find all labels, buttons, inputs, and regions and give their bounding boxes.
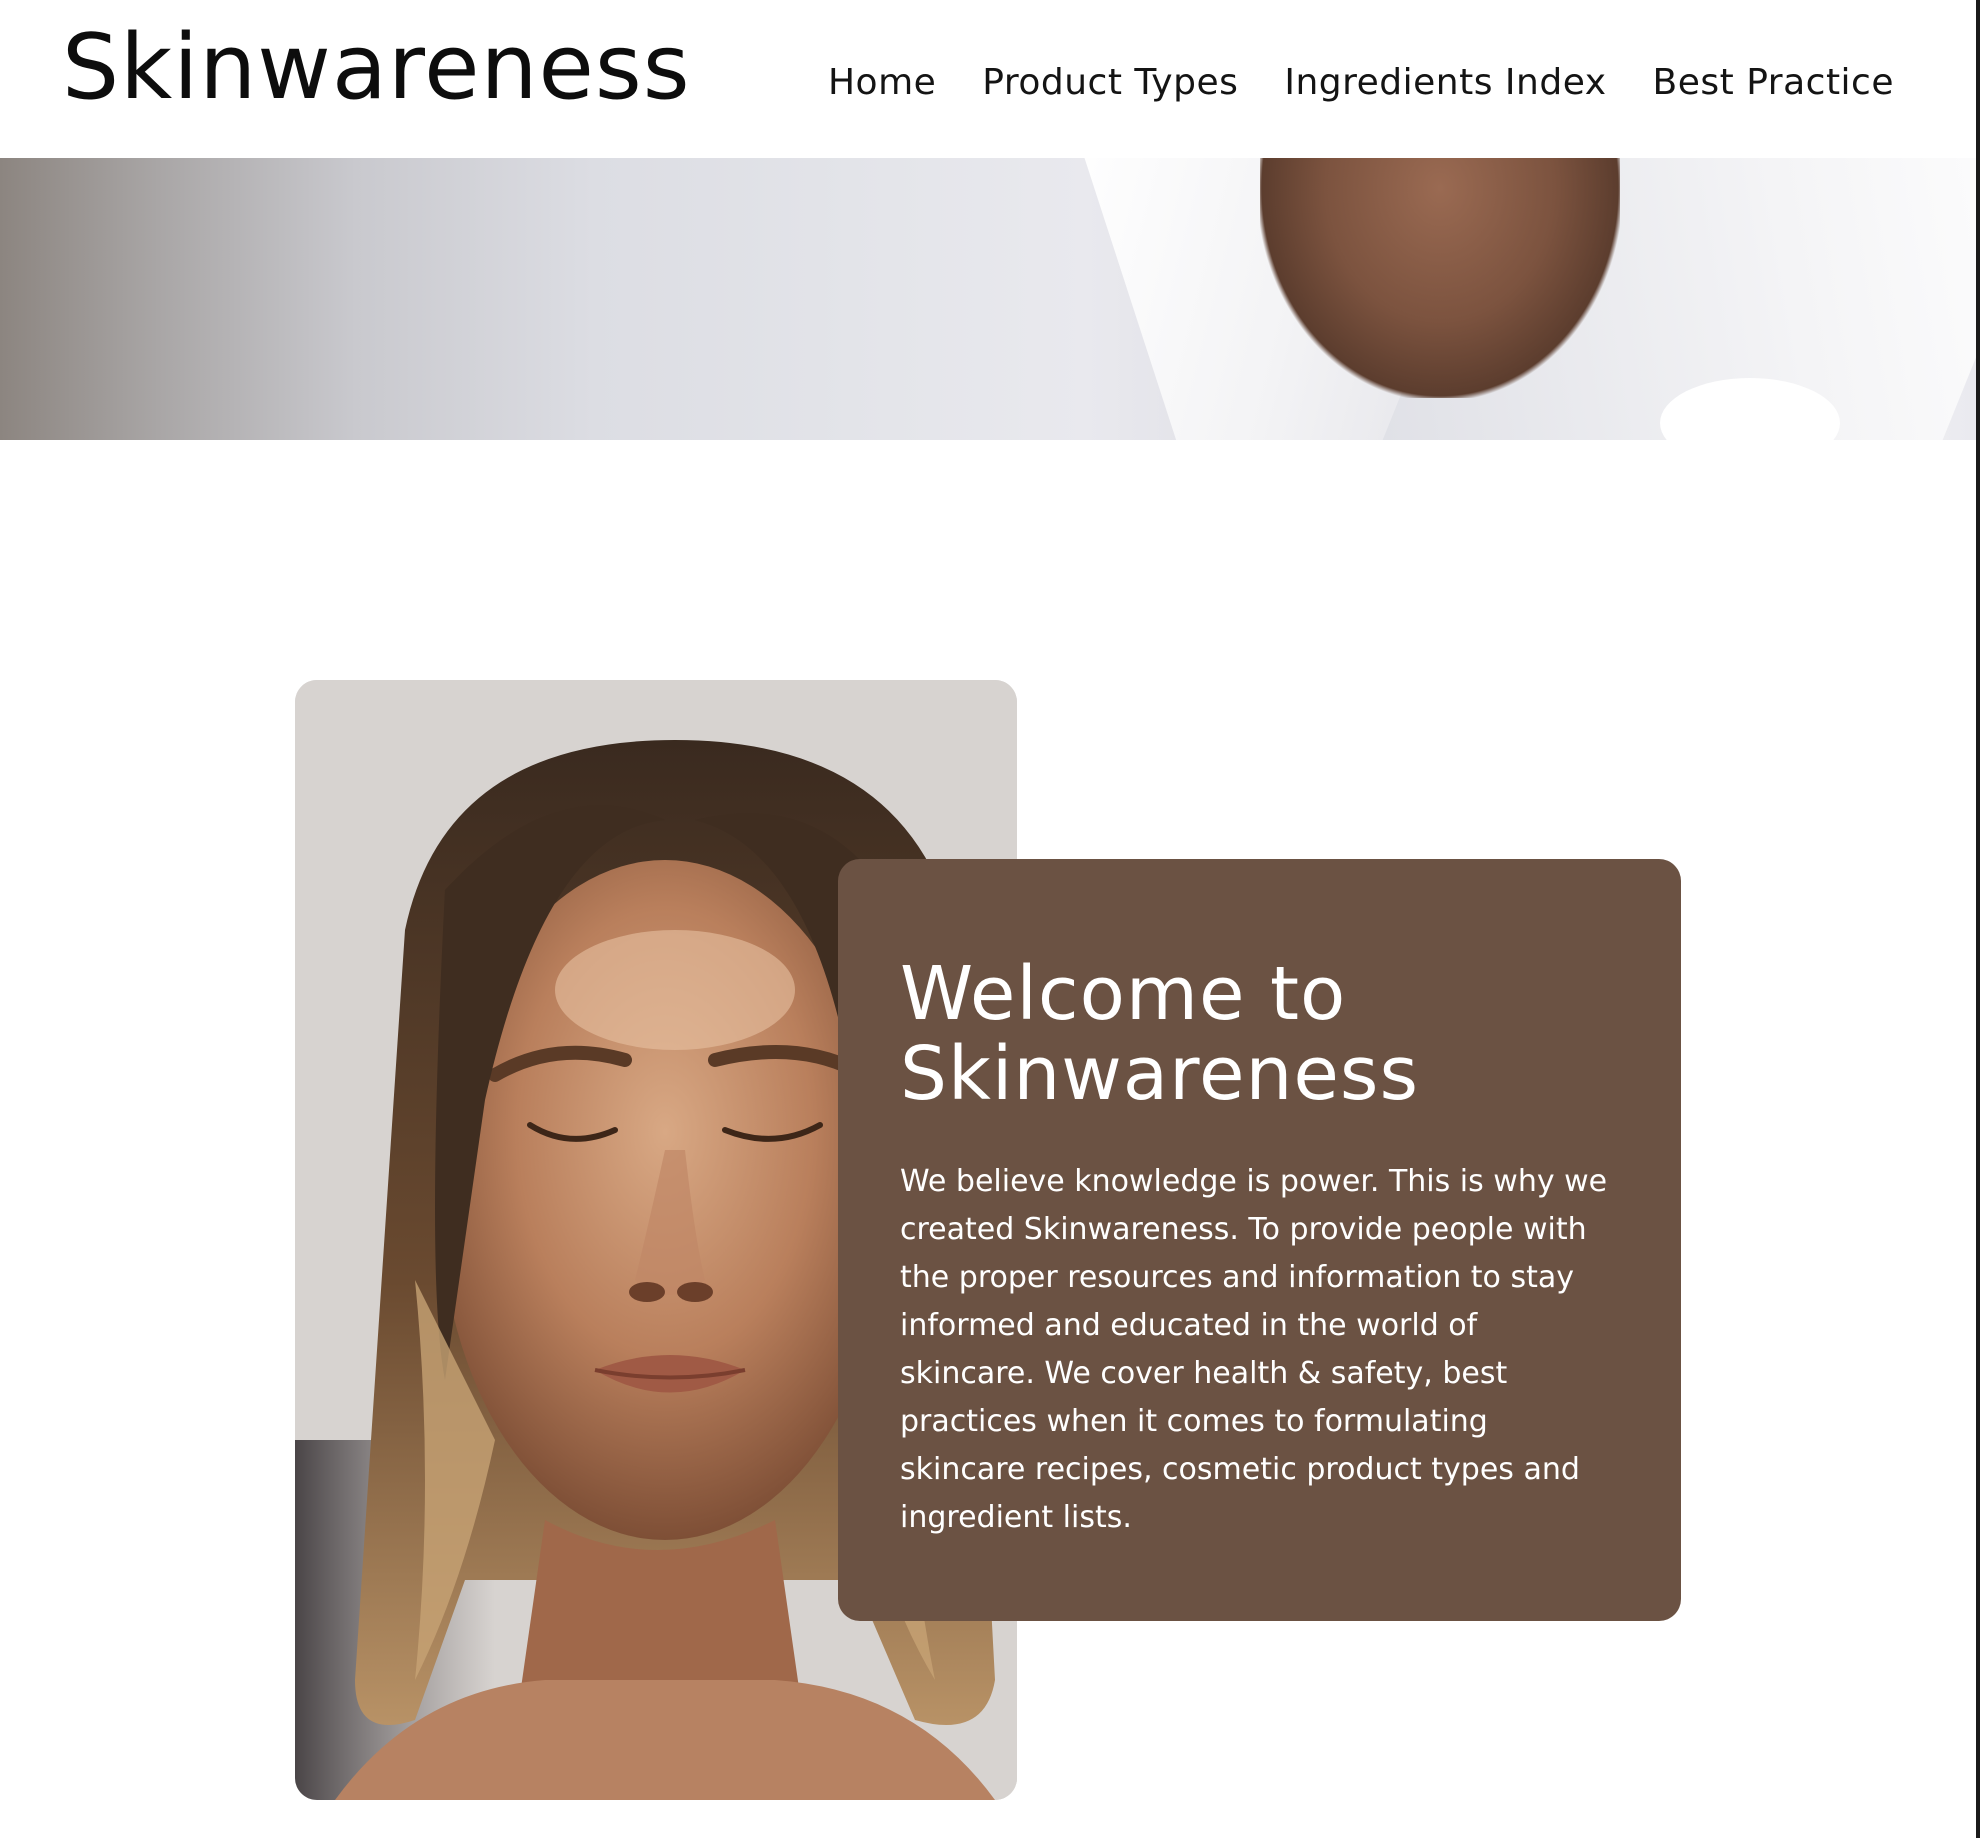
nav-item-home[interactable]: Home [828,62,936,103]
page-edge-divider [1976,0,1980,1838]
nav-item-best-practice[interactable]: Best Practice [1653,62,1894,103]
welcome-title: Welcome to Skinwareness [900,954,1621,1114]
hero-banner-image [0,158,1976,440]
welcome-body-text: We believe knowledge is power. This is w… [900,1164,1608,1535]
site-header: Skinwareness Home Product Types Ingredie… [0,0,1976,158]
welcome-title-line-2: Skinwareness [900,1031,1420,1117]
main-nav: Home Product Types Ingredients Index Bes… [828,62,1894,103]
hero-neck-shape [1260,158,1620,398]
nav-item-product-types[interactable]: Product Types [982,62,1238,103]
site-logo[interactable]: Skinwareness [62,18,691,117]
welcome-card: Welcome to Skinwareness We believe knowl… [838,859,1681,1621]
nav-item-ingredients-index[interactable]: Ingredients Index [1284,62,1606,103]
welcome-title-line-1: Welcome to [900,951,1347,1037]
